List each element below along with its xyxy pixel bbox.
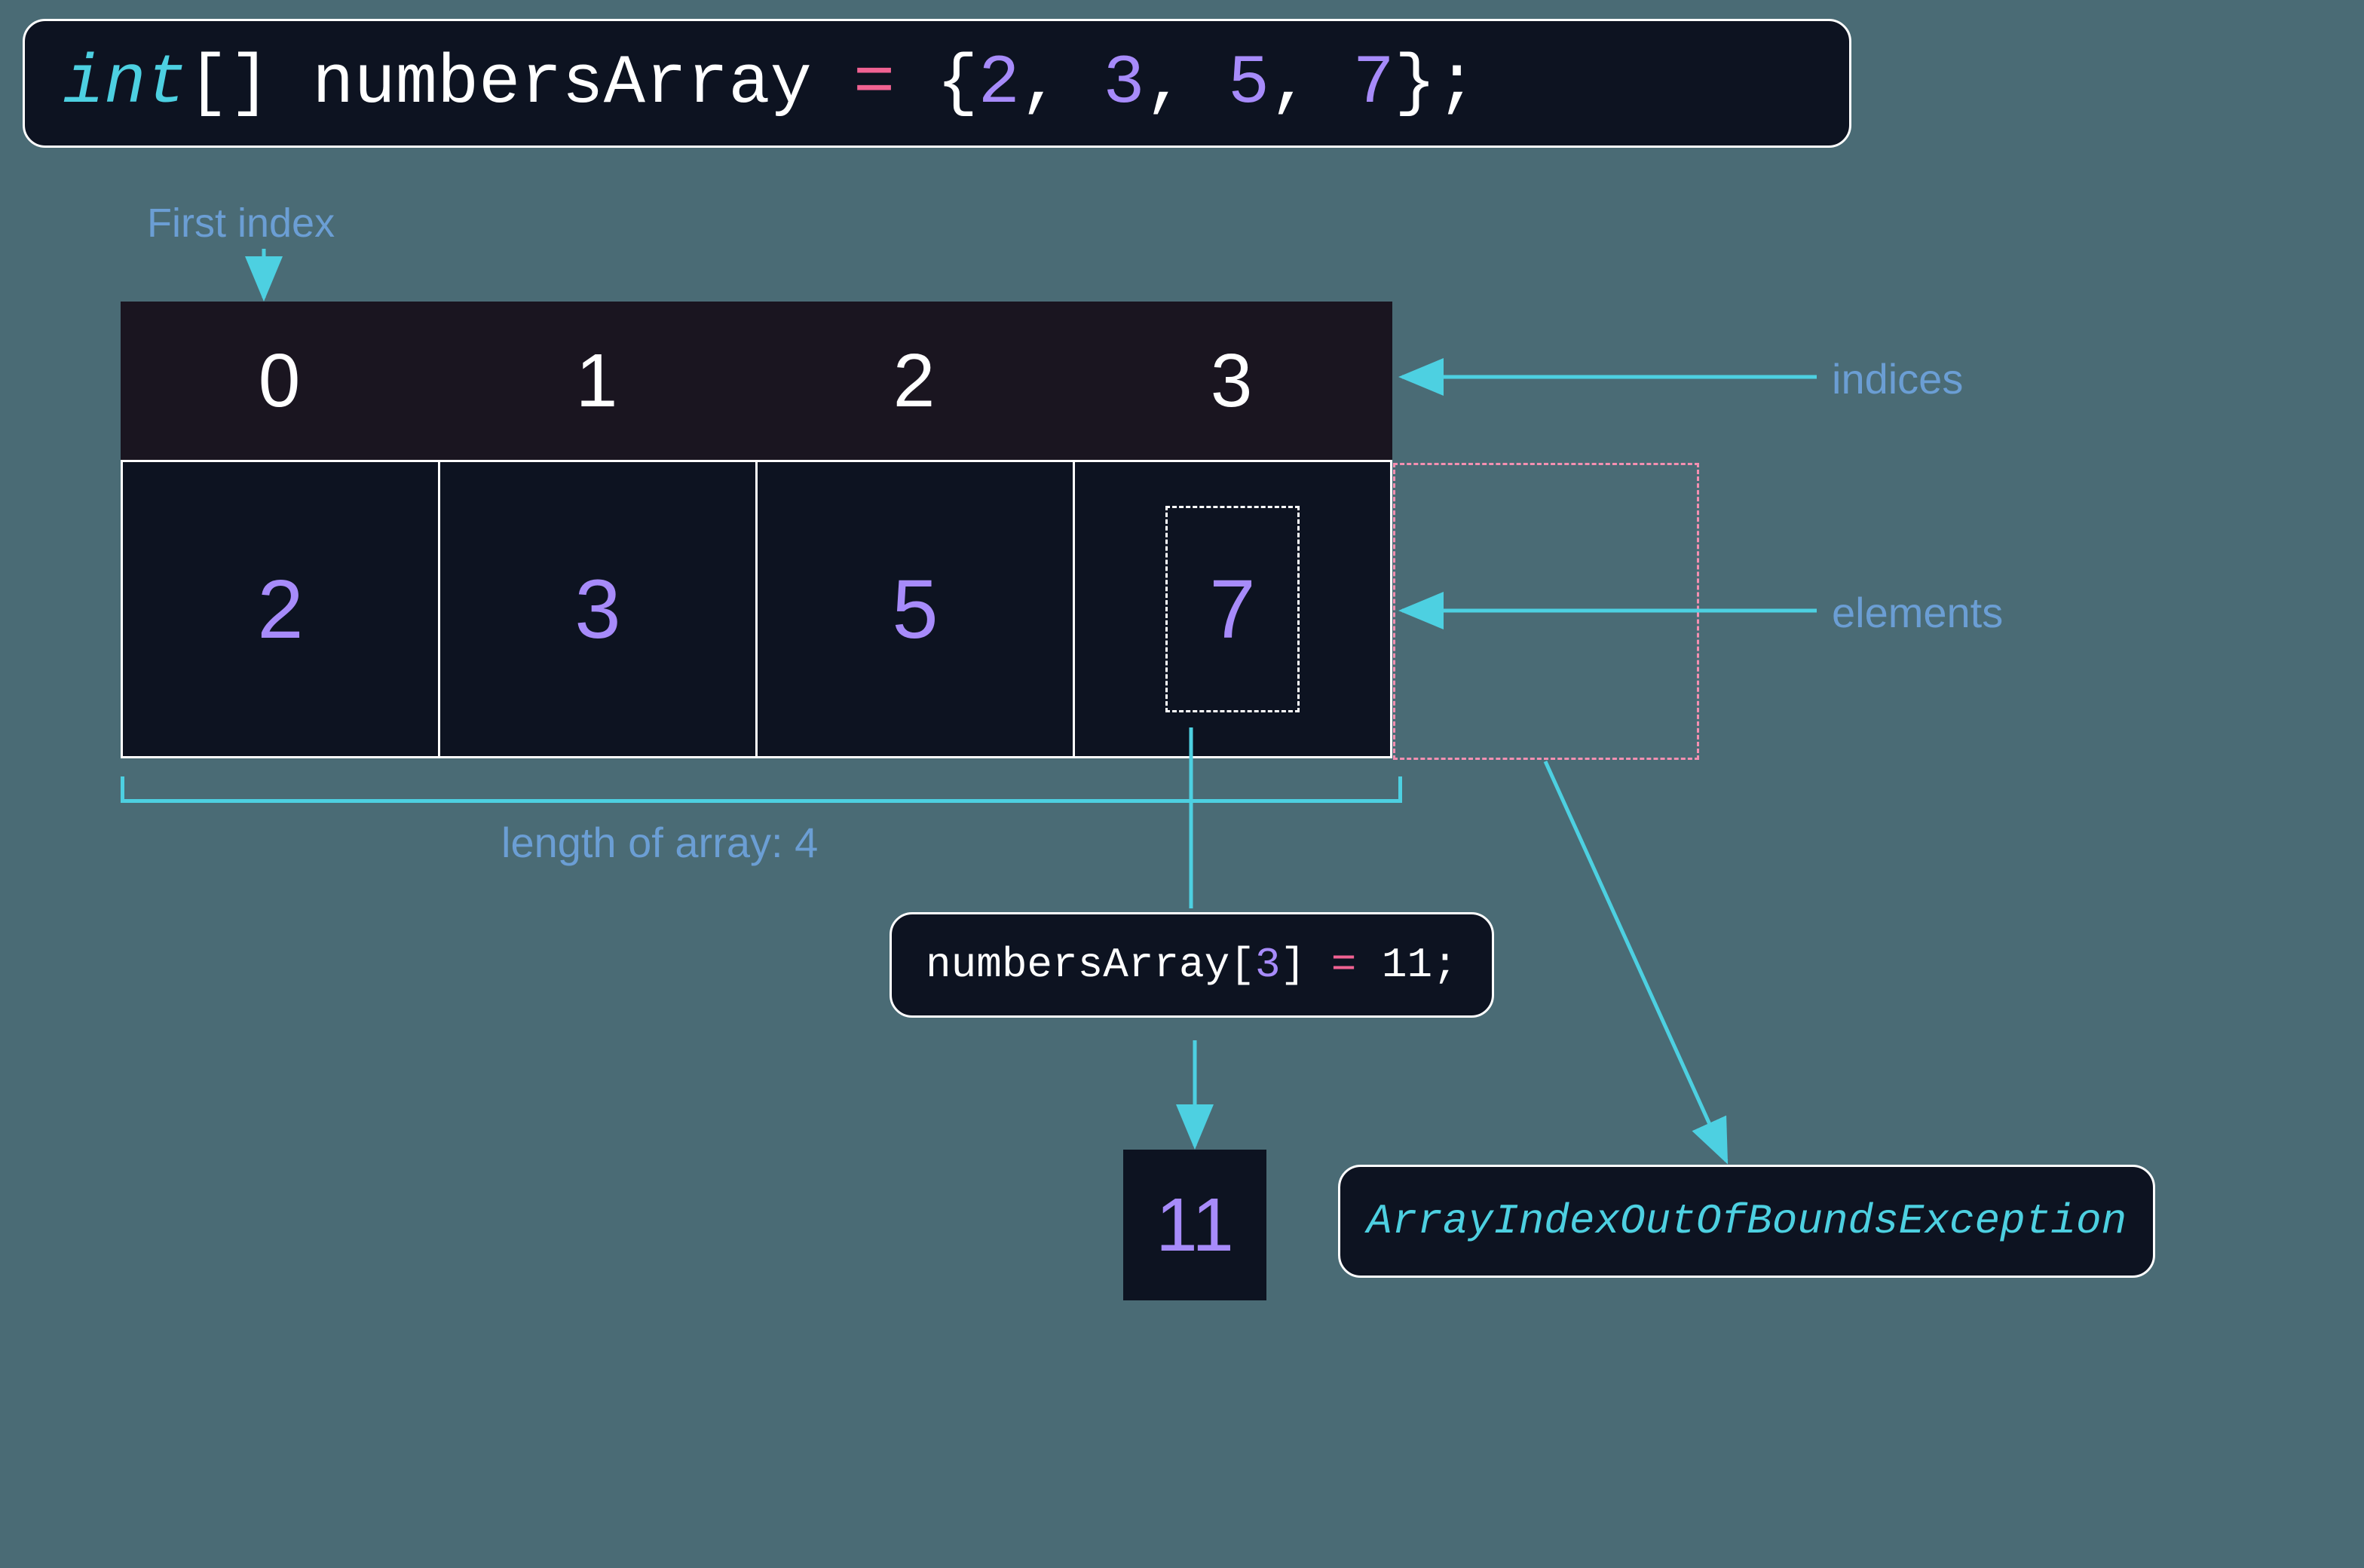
indices-label: indices: [1832, 354, 1963, 403]
element-cell-3: 7: [1075, 462, 1392, 756]
comma-2: ,: [1269, 44, 1352, 123]
element-cell-0: 2: [121, 462, 440, 756]
index-row: 0 1 2 3: [121, 302, 1392, 460]
array-declaration-code: int[] numbersArray = {2, 3, 5, 7};: [23, 19, 1851, 148]
var-name: numbersArray: [271, 44, 853, 123]
out-of-bounds-box: [1393, 463, 1699, 760]
index-cell-0: 0: [121, 302, 438, 460]
type-keyword: int: [63, 44, 188, 123]
element-cell-1: 3: [440, 462, 758, 756]
elements-label: elements: [1832, 588, 2003, 637]
assign-index: 3: [1255, 941, 1281, 989]
exception-box: ArrayIndexOutOfBoundsException: [1338, 1165, 2155, 1278]
value-1: 3: [1103, 44, 1144, 123]
array-diagram: 0 1 2 3 2 3 5 7: [121, 302, 1392, 758]
assign-name: numbersArray[: [926, 941, 1255, 989]
length-bracket: [121, 776, 1402, 803]
close-brace: };: [1395, 44, 1478, 123]
assignment-code: numbersArray[3] = 11;: [890, 912, 1494, 1018]
assign-equals: =: [1331, 941, 1357, 989]
length-label: length of array: 4: [501, 818, 818, 867]
assign-close: ]: [1280, 941, 1331, 989]
assign-value: 11: [1356, 941, 1432, 989]
comma-1: ,: [1145, 44, 1228, 123]
element-row: 2 3 5 7: [121, 460, 1392, 758]
first-index-label: First index: [147, 200, 335, 247]
index-cell-3: 3: [1073, 302, 1390, 460]
element-cell-2: 5: [758, 462, 1075, 756]
array-brackets: []: [188, 44, 271, 123]
assign-semi: ;: [1432, 941, 1458, 989]
selected-element-highlight: [1165, 506, 1300, 712]
value-3: 7: [1353, 44, 1395, 123]
open-brace: {: [895, 44, 978, 123]
new-value-box: 11: [1123, 1150, 1266, 1300]
index-cell-1: 1: [438, 302, 755, 460]
equals-operator: =: [853, 44, 895, 123]
value-0: 2: [978, 44, 1020, 123]
index-cell-2: 2: [755, 302, 1073, 460]
oob-to-exception-arrow-icon: [1545, 761, 1726, 1161]
comma-0: ,: [1020, 44, 1103, 123]
value-2: 5: [1228, 44, 1269, 123]
